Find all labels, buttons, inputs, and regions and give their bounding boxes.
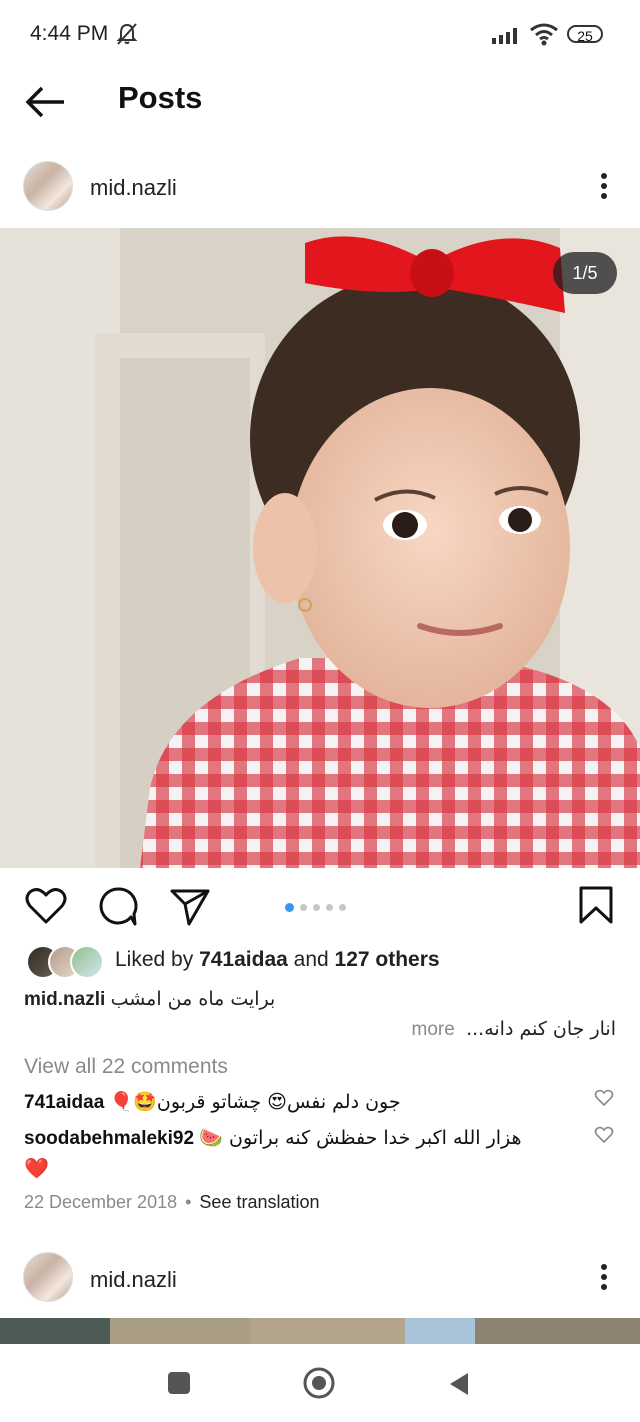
liked-by-avatars[interactable] — [26, 945, 104, 979]
see-translation-link[interactable]: See translation — [199, 1192, 319, 1212]
post-meta: 22 December 2018 • See translation — [24, 1192, 320, 1213]
comment-username[interactable]: 741aidaa — [24, 1092, 104, 1113]
separator-dot: • — [185, 1192, 192, 1212]
recents-button[interactable] — [168, 1372, 190, 1394]
post-photo[interactable] — [0, 228, 640, 868]
home-icon — [303, 1367, 335, 1399]
heart-icon — [25, 888, 67, 924]
carousel-dot — [326, 904, 333, 912]
bell-muted-icon — [116, 22, 138, 51]
send-icon — [170, 889, 210, 926]
carousel-dot — [313, 904, 320, 912]
wifi-icon — [529, 22, 559, 51]
carousel-dot — [285, 903, 294, 913]
signal-icon — [492, 26, 522, 49]
system-nav-bar — [0, 1344, 640, 1422]
comment-text-continued: ❤️ — [24, 1158, 49, 1180]
back-button[interactable] — [24, 82, 68, 122]
caption: mid.nazli برایت ماه من امشب — [24, 988, 624, 1011]
liked-by-text[interactable]: Liked by 741aidaa and 127 others — [115, 948, 440, 972]
triangle-back-icon — [450, 1373, 468, 1395]
arrow-left-icon — [25, 86, 64, 118]
comment-text: هزار الله اکبر خدا حفظش کنه براتون 🍉 — [199, 1127, 522, 1149]
caption-continued: more انار جان کنم دانه... — [24, 1018, 616, 1041]
status-time: 4:44 PM — [30, 22, 109, 45]
avatar — [70, 945, 104, 979]
next-post-username[interactable]: mid.nazli — [90, 1267, 177, 1293]
post-date: 22 December 2018 — [24, 1192, 178, 1212]
view-all-comments-link[interactable]: View all 22 comments — [24, 1055, 228, 1079]
heart-icon — [594, 1089, 614, 1107]
page-title: Posts — [118, 80, 203, 115]
liked-by-prefix: Liked by — [115, 948, 200, 971]
comment-like-button[interactable] — [594, 1125, 614, 1145]
status-bar: 4:44 PM 25 — [0, 0, 640, 70]
more-link[interactable]: more — [412, 1019, 455, 1040]
comment-username[interactable]: soodabehmaleki92 — [24, 1128, 194, 1149]
more-options-icon[interactable] — [600, 1263, 608, 1291]
comment-like-button[interactable] — [594, 1088, 614, 1108]
home-button[interactable] — [303, 1367, 335, 1399]
save-button[interactable] — [574, 884, 618, 928]
comment-row: soodabehmaleki92 هزار الله اکبر خدا حفظش… — [24, 1126, 594, 1181]
caption-line-2: انار جان کنم دانه... — [466, 1018, 616, 1040]
carousel-dot — [300, 904, 307, 912]
next-post-photo[interactable] — [0, 1318, 640, 1344]
caption-username[interactable]: mid.nazli — [24, 989, 105, 1010]
back-nav-button[interactable] — [446, 1370, 472, 1398]
liked-by-and: and — [287, 948, 335, 971]
like-button[interactable] — [24, 884, 68, 928]
bookmark-icon — [579, 886, 613, 924]
comment-button[interactable] — [96, 884, 140, 928]
share-button[interactable] — [168, 884, 212, 928]
post-username[interactable]: mid.nazli — [90, 175, 177, 201]
liked-by-others[interactable]: 127 others — [335, 948, 440, 971]
image-counter-badge: 1/5 — [553, 252, 617, 294]
comment-row: 741aidaa جون دلم نفس😍 چشاتو قربون🤩🎈 — [24, 1090, 594, 1114]
carousel-indicator — [285, 899, 352, 917]
comment-icon — [99, 887, 138, 926]
more-options-icon[interactable] — [600, 172, 608, 200]
heart-icon — [594, 1126, 614, 1144]
comment-text: جون دلم نفس😍 چشاتو قربون🤩🎈 — [109, 1091, 401, 1113]
caption-line-1: برایت ماه من امشب — [110, 988, 276, 1010]
battery-icon: 25 — [567, 25, 603, 44]
next-post-avatar[interactable] — [23, 1252, 73, 1302]
carousel-dot — [339, 904, 346, 912]
liked-by-user[interactable]: 741aidaa — [199, 948, 288, 971]
post-avatar[interactable] — [23, 161, 73, 211]
